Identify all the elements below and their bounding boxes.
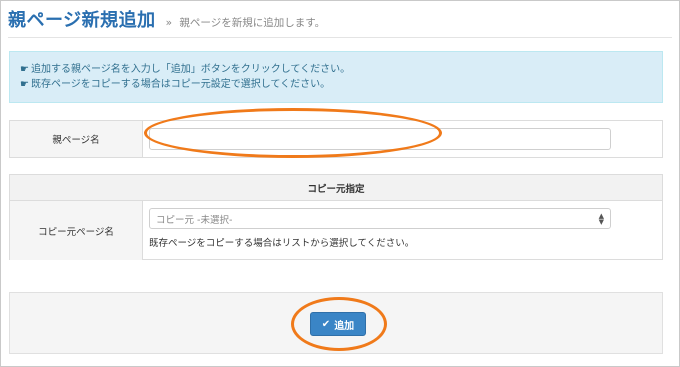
info-line: ☛ 追加する親ページ名を入力し「追加」ボタンをクリックしてください。	[20, 62, 662, 77]
info-alert: ☛ 追加する親ページ名を入力し「追加」ボタンをクリックしてください。 ☛ 既存ペ…	[9, 51, 663, 103]
parent-name-input[interactable]	[149, 128, 611, 150]
add-button[interactable]: ✔ 追加	[310, 312, 366, 336]
copy-source-select[interactable]: コピー元 -未選択- ▲ ▼	[149, 208, 611, 229]
breadcrumb: » 親ページを新規に追加します。	[166, 15, 326, 30]
header-divider	[8, 37, 672, 38]
info-line: ☛ 既存ページをコピーする場合はコピー元設定で選択してください。	[20, 77, 662, 92]
breadcrumb-separator: »	[165, 17, 173, 29]
copy-source-selected: コピー元 -未選択-	[156, 214, 233, 226]
page-header: 親ページ新規追加 » 親ページを新規に追加します。	[8, 6, 325, 32]
pointing-hand-icon: ☛	[20, 64, 29, 75]
pointing-hand-icon: ☛	[20, 79, 29, 90]
checkmark-icon: ✔	[321, 318, 331, 330]
copy-source-row: コピー元ページ名 コピー元 -未選択- ▲ ▼ 既存ページをコピーする場合はリスト…	[10, 201, 662, 260]
info-text-2: 既存ページをコピーする場合はコピー元設定で選択してください。	[30, 79, 331, 90]
select-arrows-icon: ▲ ▼	[598, 211, 604, 226]
copy-section-title: コピー元指定	[10, 175, 662, 201]
copy-source-panel: コピー元指定 コピー元ページ名 コピー元 -未選択- ▲ ▼ 既存ページをコピーす…	[9, 174, 663, 260]
add-button-label: 追加	[334, 320, 355, 332]
parent-name-row: 親ページ名	[9, 120, 663, 158]
parent-name-label: 親ページ名	[10, 121, 143, 157]
page-title: 親ページ新規追加	[8, 10, 156, 31]
page-subtitle: 親ページを新規に追加します。	[179, 17, 326, 29]
parent-name-cell	[143, 121, 662, 157]
copy-source-help: 既存ページをコピーする場合はリストから選択してください。	[149, 238, 415, 249]
copy-source-label: コピー元ページ名	[10, 201, 143, 260]
copy-source-cell: コピー元 -未選択- ▲ ▼ 既存ページをコピーする場合はリストから選択してくださ…	[143, 201, 662, 260]
info-text-1: 追加する親ページ名を入力し「追加」ボタンをクリックしてください。	[30, 64, 351, 75]
